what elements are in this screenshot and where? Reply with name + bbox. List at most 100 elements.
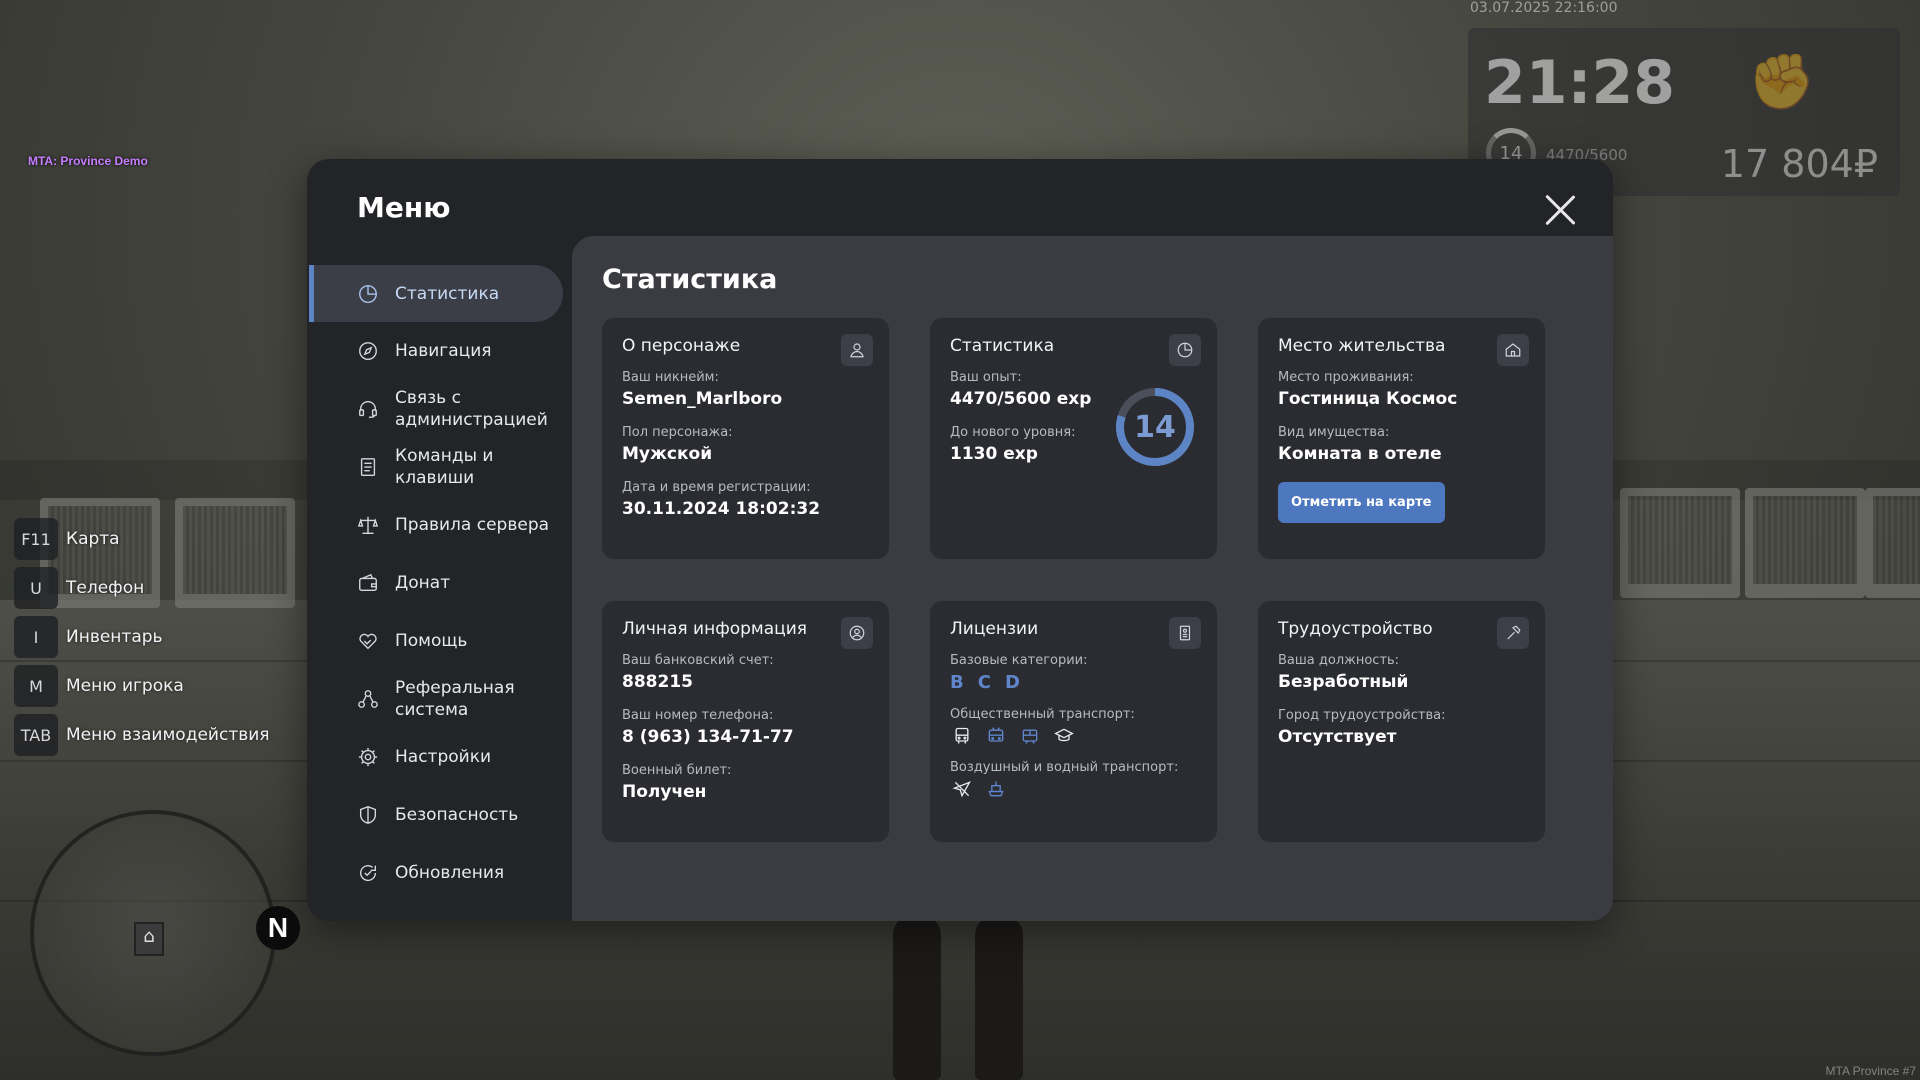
datetime-label: 03.07.2025 22:16:00 [1470,0,1618,16]
sidebar-item-label: Связь с администрацией [395,388,548,430]
bank-account-value: 888215 [622,672,693,692]
phone-label: Ваш номер телефона: [622,708,774,723]
gear-icon [357,746,379,768]
hotkey-label: Меню взаимодействия [66,725,270,745]
mark-on-map-button[interactable]: Отметить на карте [1278,482,1445,523]
sidebar-item-label: Правила сервера [395,515,550,535]
card-title: Статистика [950,336,1055,356]
hotkey-key: M [14,665,58,707]
residence-card: Место жительства Место проживания: Гости… [1258,318,1545,559]
personal-info-card: Личная информация Ваш банковский счет: 8… [602,601,889,842]
sidebar-item-label: Реферальная система [395,678,515,720]
referral-icon [357,688,379,710]
property-type-label: Вид имущества: [1278,425,1390,440]
sidebar-item-donate[interactable]: Донат [309,554,563,612]
position-label: Ваша должность: [1278,653,1400,668]
sidebar-item-statistics[interactable]: Статистика [309,265,563,322]
fist-icon: ✊ [1748,50,1816,113]
content-panel: Статистика О персонаже Ваш никнейм: Seme… [572,236,1613,921]
hammer-icon [1497,617,1529,649]
watermark: MTA Province #7 [1825,1064,1916,1078]
hotkey-label: Телефон [66,578,145,598]
bank-account-label: Ваш банковский счет: [622,653,774,668]
hotkey-inventory[interactable]: I Инвентарь [14,616,270,658]
hotkey-map[interactable]: F11 Карта [14,518,270,560]
character-card: О персонаже Ваш никнейм: Semen_Marlboro … [602,318,889,559]
hotkey-interaction-menu[interactable]: TAB Меню взаимодействия [14,714,270,756]
hotkey-phone[interactable]: U Телефон [14,567,270,609]
handshake-icon [357,630,379,652]
hotkey-key: TAB [14,714,58,756]
military-id-label: Военный билет: [622,763,732,778]
air-water-transport-label: Воздушный и водный транспорт: [950,760,1179,775]
north-indicator: N [256,906,300,950]
minimap: ⌂ N [30,810,300,1056]
sidebar-item-commands[interactable]: Команды и клавиши [309,438,563,496]
hud-time: 21:28 [1484,48,1675,118]
refresh-icon [357,862,379,884]
gender-label: Пол персонажа: [622,425,733,440]
card-title: Трудоустройство [1278,619,1433,639]
hotkey-label: Инвентарь [66,627,163,647]
nickname-label: Ваш никнейм: [622,370,719,385]
hotkey-key: F11 [14,518,58,560]
user-icon [841,334,873,366]
sidebar: Статистика Навигация Связь с администрац… [309,265,563,902]
house-icon [1497,334,1529,366]
residence-place-value: Гостиница Космос [1278,389,1458,409]
license-icon [1169,617,1201,649]
exp-label: Ваш опыт: [950,370,1022,385]
headset-icon [357,398,379,420]
employment-card: Трудоустройство Ваша должность: Безработ… [1258,601,1545,842]
chair [1865,488,1920,598]
base-categories-label: Базовые категории: [950,653,1088,668]
document-icon [357,456,379,478]
hotkey-key: I [14,616,58,658]
sidebar-item-help[interactable]: Помощь [309,612,563,670]
license-category: C [977,672,991,693]
card-title: Лицензии [950,619,1039,639]
chair [1620,488,1740,598]
air-water-transport-licenses [952,779,1197,799]
graduation-cap-icon [1054,728,1074,742]
sidebar-item-admin-contact[interactable]: Связь с администрацией [309,380,563,438]
pie-chart-icon [357,283,379,305]
hotkey-player-menu[interactable]: M Меню игрока [14,665,270,707]
server-tag: MTA: Province Demo [28,154,148,168]
property-type-value: Комната в отеле [1278,444,1442,464]
hud-money: 17 804₽ [1720,142,1878,186]
sidebar-item-navigation[interactable]: Навигация [309,322,563,380]
bus-icon [955,727,969,744]
sidebar-item-security[interactable]: Безопасность [309,786,563,844]
hotkey-label: Карта [66,529,120,549]
sidebar-item-label: Команды и клавиши [395,446,494,488]
card-title: Место жительства [1278,336,1446,356]
menu-title: Меню [357,191,451,224]
chair [1745,488,1865,598]
sidebar-item-label: Помощь [395,631,468,651]
level-progress-ring: 14 [1114,386,1196,468]
content-title: Статистика [602,264,778,295]
airplane-icon [952,781,971,798]
menu-window: Меню Статистика Навигация Связь с админи… [307,159,1613,921]
registration-label: Дата и время регистрации: [622,480,811,495]
close-button[interactable] [1543,193,1577,227]
player-character [885,915,1035,1080]
sidebar-item-updates[interactable]: Обновления [309,844,563,902]
gender-value: Мужской [622,444,713,464]
licenses-card: Лицензии Базовые категории: B C D Общест… [930,601,1217,842]
level-number: 14 [1134,409,1176,445]
sidebar-item-rules[interactable]: Правила сервера [309,496,563,554]
residence-place-label: Место проживания: [1278,370,1414,385]
sidebar-item-label: Безопасность [395,805,519,825]
player-marker-icon: ⌂ [134,922,164,956]
military-id-value: Получен [622,782,707,802]
license-category: B [950,672,964,693]
user-circle-icon [841,617,873,649]
employment-city-label: Город трудоустройства: [1278,708,1446,723]
employment-city-value: Отсутствует [1278,727,1397,747]
sidebar-item-referral[interactable]: Реферальная система [309,670,563,728]
tram-icon [1022,729,1038,744]
sidebar-item-settings[interactable]: Настройки [309,728,563,786]
statistics-card: Статистика Ваш опыт: 4470/5600 exp До но… [930,318,1217,559]
